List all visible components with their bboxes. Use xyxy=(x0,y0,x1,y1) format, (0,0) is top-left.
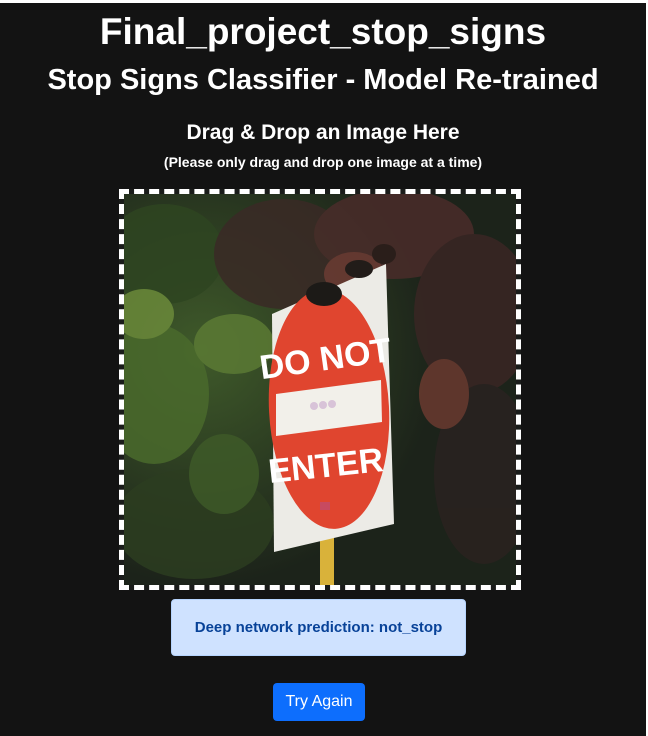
app-container: Final_project_stop_signs Stop Signs Clas… xyxy=(0,3,646,736)
prediction-alert: Deep network prediction: not_stop xyxy=(171,599,466,656)
page-subtitle: Stop Signs Classifier - Model Re-trained xyxy=(47,64,599,96)
dropzone-heading: Drag & Drop an Image Here xyxy=(186,121,460,144)
uploaded-image: DO NOT ENTER xyxy=(124,194,516,585)
dropzone-note: (Please only drag and drop one image at … xyxy=(163,154,483,170)
try-again-button[interactable]: Try Again xyxy=(273,683,365,721)
image-dropzone[interactable]: DO NOT ENTER xyxy=(119,189,521,590)
page-title: Final_project_stop_signs xyxy=(99,11,547,52)
